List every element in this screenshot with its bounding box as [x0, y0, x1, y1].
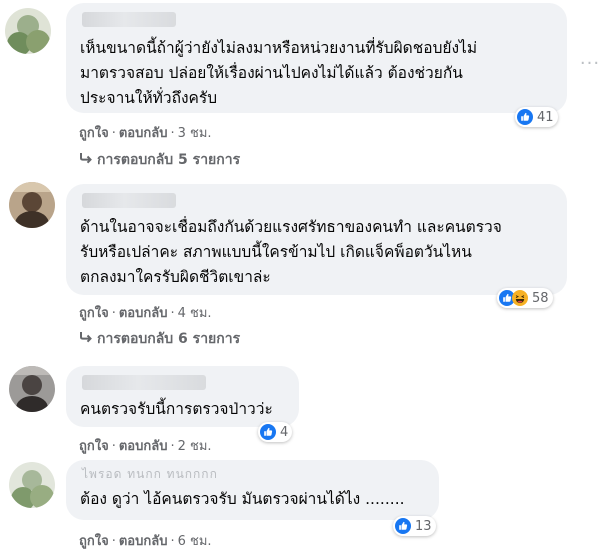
- comment-bubble: คนตรวจรับนี้การตรวจป่าวว่ะ: [66, 366, 299, 427]
- comment-text-line: ตกลงมาใครรับผิดชีวิตเขาล่ะ: [80, 268, 271, 286]
- comment-actions: ถูกใจ · ตอบกลับ · 4 ชม.: [79, 306, 212, 321]
- like-link[interactable]: ถูกใจ: [79, 439, 109, 454]
- comment-text-line: ต้อง ดูว่า ไอ้คนตรวจรับ มันตรวจผ่านได้ไง…: [80, 490, 405, 508]
- like-link[interactable]: ถูกใจ: [79, 306, 109, 321]
- timestamp[interactable]: 4 ชม.: [178, 306, 212, 321]
- reaction-count: 4: [280, 424, 289, 440]
- comment-text-line: เห็นขนาดนี้ถ้าผู้ว่ายังไม่ลงมาหรือหน่วยง…: [80, 39, 478, 57]
- comment-bubble: ด้านในอาจจะเชื่อมถึงกันด้วยแรงศรัทธาของค…: [66, 184, 567, 295]
- timestamp[interactable]: 3 ชม.: [178, 126, 212, 141]
- reply-link[interactable]: ตอบกลับ: [119, 534, 168, 549]
- replies-label: การตอบกลับ 5 รายการ: [97, 152, 241, 168]
- reply-arrow-icon: [79, 152, 97, 168]
- author-name-redacted[interactable]: [82, 12, 176, 27]
- reply-arrow-icon: [79, 331, 97, 347]
- reaction-count: 13: [415, 518, 432, 534]
- reaction-summary[interactable]: 41: [515, 107, 558, 127]
- timestamp[interactable]: 6 ชม.: [178, 534, 212, 549]
- like-link[interactable]: ถูกใจ: [79, 534, 109, 549]
- comment-text-line: รับหรือเปล่าคะ สภาพแบบนี้ใครข้ามไป เกิดแ…: [80, 243, 472, 261]
- avatar[interactable]: [9, 462, 55, 508]
- author-name-redacted[interactable]: [82, 375, 206, 390]
- reply-link[interactable]: ตอบกลับ: [119, 306, 168, 321]
- haha-icon: [512, 290, 528, 306]
- author-name[interactable]: ไพรอด ทนกก ทนกกกก: [82, 465, 218, 484]
- like-icon: [260, 424, 276, 440]
- comment-bubble: ไพรอด ทนกก ทนกกกก ต้อง ดูว่า ไอ้คนตรวจรั…: [66, 460, 439, 520]
- comment-actions: ถูกใจ · ตอบกลับ · 6 ชม.: [79, 534, 212, 549]
- comment-text-line: มาตรวจสอบ ปล่อยให้เรื่องผ่านไปคงไม่ได้แล…: [80, 64, 463, 82]
- like-link[interactable]: ถูกใจ: [79, 126, 109, 141]
- comment-text-line: คนตรวจรับนี้การตรวจป่าวว่ะ: [80, 400, 273, 418]
- avatar[interactable]: [9, 182, 55, 228]
- like-icon: [517, 109, 533, 125]
- replies-label: การตอบกลับ 6 รายการ: [97, 331, 241, 347]
- reply-link[interactable]: ตอบกลับ: [119, 439, 168, 454]
- reaction-summary[interactable]: 58: [497, 288, 553, 308]
- comment-actions: ถูกใจ · ตอบกลับ · 3 ชม.: [79, 126, 212, 141]
- comment-text-line: ประจานให้ทั่วถึงครับ: [80, 89, 218, 107]
- comment-actions: ถูกใจ · ตอบกลับ · 2 ชม.: [79, 439, 212, 454]
- view-replies-link[interactable]: การตอบกลับ 5 รายการ: [79, 149, 240, 171]
- comment-text-line: ด้านในอาจจะเชื่อมถึงกันด้วยแรงศรัทธาของค…: [80, 218, 502, 236]
- like-icon: [395, 518, 411, 534]
- reaction-summary[interactable]: 13: [393, 516, 436, 536]
- reaction-count: 58: [532, 290, 549, 306]
- view-replies-link[interactable]: การตอบกลับ 6 รายการ: [79, 328, 240, 350]
- timestamp[interactable]: 2 ชม.: [178, 439, 212, 454]
- reaction-summary[interactable]: 4: [258, 422, 293, 442]
- avatar[interactable]: [9, 366, 55, 412]
- comment-bubble: เห็นขนาดนี้ถ้าผู้ว่ายังไม่ลงมาหรือหน่วยง…: [66, 3, 567, 113]
- author-name-redacted[interactable]: [82, 193, 176, 208]
- more-options-icon[interactable]: ···: [577, 50, 603, 76]
- reaction-count: 41: [537, 109, 554, 125]
- avatar[interactable]: [5, 8, 51, 54]
- reply-link[interactable]: ตอบกลับ: [119, 126, 168, 141]
